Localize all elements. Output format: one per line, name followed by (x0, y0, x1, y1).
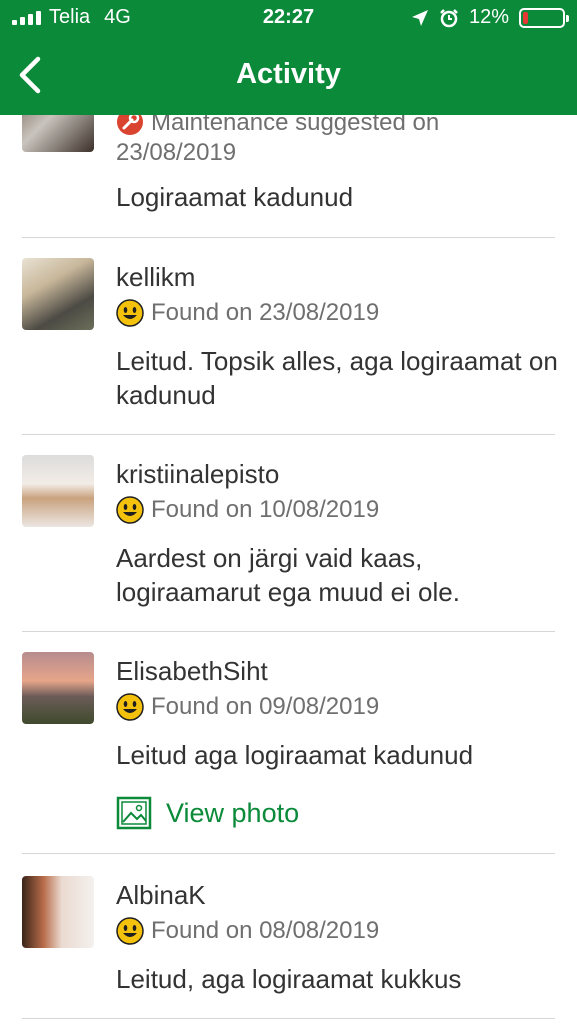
location-arrow-icon (411, 9, 428, 26)
activity-message: Leitud, aga logiraamat kukkus (116, 964, 462, 994)
username[interactable]: kellikm (116, 262, 195, 293)
activity-message: Logiraamat kadunud (116, 182, 354, 212)
smiley-icon (116, 299, 144, 327)
status-date: 23/08/2019 (116, 139, 237, 166)
username[interactable]: ElisabethSiht (116, 656, 268, 687)
smiley-icon (116, 693, 144, 721)
status-text: Found on 08/08/2019 (151, 917, 380, 944)
status-text: Found on 09/08/2019 (151, 693, 380, 720)
avatar[interactable] (22, 455, 94, 527)
status-bar: Telia 4G 22:27 12% (0, 0, 577, 38)
activity-item[interactable]: AlbinaK Found on 08/08/2019 Leitud, aga … (0, 854, 577, 1024)
username[interactable]: kristiinalepisto (116, 459, 279, 490)
smiley-icon (116, 496, 144, 524)
activity-status: Maintenance suggested on 23/08/2019 (116, 108, 439, 168)
smiley-icon (116, 917, 144, 945)
avatar[interactable] (22, 258, 94, 330)
navigation-bar: Activity (0, 38, 577, 115)
alarm-clock-icon (440, 8, 458, 27)
username[interactable]: AlbinaK (116, 880, 206, 911)
status-text: Found on 10/08/2019 (151, 496, 380, 523)
activity-item[interactable]: kristiinalepisto Found on 10/08/2019 Aar… (0, 435, 577, 632)
view-photo-label[interactable]: View photo (166, 798, 299, 829)
battery-icon (519, 7, 569, 28)
activity-status: Found on 09/08/2019 (116, 693, 379, 721)
activity-message: Leitud. Topsik alles, aga logiraamat on … (116, 346, 558, 410)
activity-status: Found on 23/08/2019 (116, 299, 379, 327)
battery-percent: 12% (468, 6, 509, 28)
avatar[interactable] (22, 652, 94, 724)
app-header: Telia 4G 22:27 12% Activity (0, 0, 577, 115)
activity-message: Aardest on järgi vaid kaas, logiraamarut… (116, 543, 460, 607)
activity-status: Found on 10/08/2019 (116, 496, 379, 524)
view-photo-link[interactable]: View photo (116, 796, 299, 830)
activity-status: Found on 08/08/2019 (116, 917, 379, 945)
page-title: Activity (236, 58, 341, 90)
activity-message: Leitud aga logiraamat kadunud (116, 740, 474, 770)
image-icon (116, 796, 152, 830)
activity-item[interactable]: kellikm Found on 23/08/2019 Leitud. Tops… (0, 238, 577, 435)
avatar[interactable] (22, 876, 94, 948)
status-text: Found on 23/08/2019 (151, 299, 380, 326)
battery-level-fill (523, 11, 528, 24)
activity-item[interactable]: ElisabethSiht Found on 09/08/2019 Leitud… (0, 632, 577, 854)
divider (22, 1018, 555, 1019)
